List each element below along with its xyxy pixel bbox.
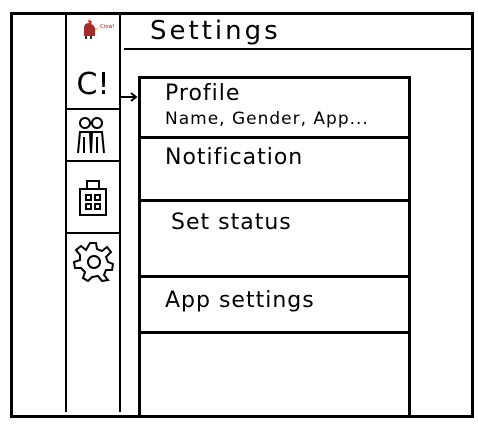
settings-item-label: Notification bbox=[165, 145, 304, 170]
sidebar-item-calendar[interactable] bbox=[67, 160, 119, 232]
page-title: Settings bbox=[150, 16, 281, 46]
sidebar-item-settings[interactable] bbox=[67, 232, 119, 288]
rooster-logo-icon bbox=[84, 19, 99, 39]
settings-item-empty bbox=[141, 331, 408, 415]
settings-item-sublabel: Name, Gender, App... bbox=[165, 109, 369, 129]
sidebar-item-chat[interactable]: C! bbox=[67, 62, 119, 108]
settings-item-set-status[interactable]: Set status bbox=[141, 199, 408, 275]
header-divider bbox=[124, 48, 474, 50]
brand-label: Crow! bbox=[100, 24, 115, 30]
settings-item-label: Set status bbox=[171, 210, 292, 235]
settings-item-app-settings[interactable]: App settings bbox=[141, 275, 408, 331]
people-icon bbox=[77, 117, 105, 154]
sidebar-item-people[interactable] bbox=[67, 108, 119, 160]
gear-icon bbox=[72, 242, 114, 282]
settings-item-label: App settings bbox=[165, 288, 315, 313]
arrow-right-icon bbox=[120, 92, 138, 102]
settings-item-notification[interactable]: Notification bbox=[141, 136, 408, 199]
settings-item-label: Profile bbox=[165, 81, 241, 106]
calendar-icon bbox=[79, 180, 107, 216]
settings-item-profile[interactable]: Profile Name, Gender, App... bbox=[141, 79, 408, 136]
chat-icon: C! bbox=[76, 67, 110, 102]
